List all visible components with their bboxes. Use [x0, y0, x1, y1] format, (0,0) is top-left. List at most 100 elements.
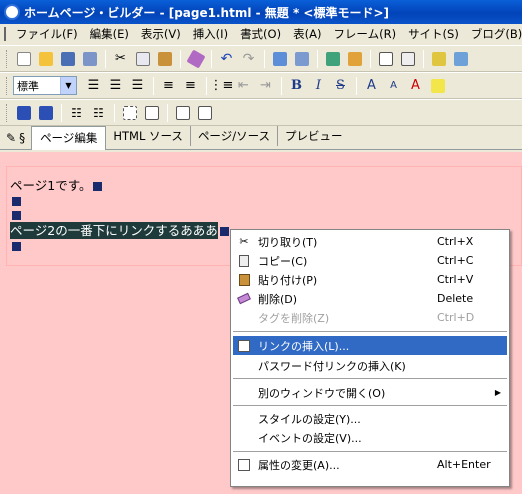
strikethrough-icon[interactable]: S: [330, 76, 351, 96]
menu-item-paste[interactable]: 貼り付け(P) Ctrl+V: [233, 270, 507, 289]
menu-item-open-new-window[interactable]: 別のウィンドウで開く(O) ▶: [233, 383, 507, 402]
textarea-icon[interactable]: [172, 103, 193, 123]
cut-icon[interactable]: ✂: [110, 49, 131, 69]
menu-item-style-settings[interactable]: スタイルの設定(Y)...: [233, 409, 507, 428]
menu-blog[interactable]: ブログ(B): [465, 26, 522, 42]
menu-site[interactable]: サイト(S): [402, 26, 465, 42]
menu-bar: ファイル(F) 編集(E) 表示(V) 挿入(I) 書式(O) 表(A) フレー…: [0, 24, 522, 44]
menu-item-insert-password-link[interactable]: パスワード付リンクの挿入(K): [233, 356, 507, 375]
menu-item-cut[interactable]: ✂ 切り取り(T) Ctrl+X: [233, 232, 507, 251]
picture-icon[interactable]: [450, 49, 471, 69]
align-right-icon[interactable]: ☰: [127, 76, 148, 96]
paste-icon: [236, 272, 252, 288]
reset-icon[interactable]: [35, 103, 56, 123]
indent-icon[interactable]: ⇤: [233, 76, 254, 96]
publish-icon[interactable]: [269, 49, 290, 69]
numbered-list-icon[interactable]: ☷: [88, 103, 109, 123]
valign-top-icon[interactable]: ≡: [158, 76, 179, 96]
redo-icon[interactable]: ↷: [238, 49, 259, 69]
paragraph-mark-icon: [219, 227, 229, 236]
align-left-icon[interactable]: ☰: [83, 76, 104, 96]
align-center-icon[interactable]: ☰: [105, 76, 126, 96]
menu-item-delete[interactable]: 削除(D) Delete: [233, 289, 507, 308]
upload-icon[interactable]: [291, 49, 312, 69]
outdent-icon[interactable]: ⇥: [255, 76, 276, 96]
undo-icon[interactable]: ↶: [216, 49, 237, 69]
empty-line[interactable]: [10, 193, 21, 208]
font-shrink-icon[interactable]: A: [383, 76, 404, 96]
table-icon[interactable]: [375, 49, 396, 69]
menu-table[interactable]: 表(A): [287, 26, 327, 42]
menu-item-insert-link[interactable]: リンクの挿入(L)...: [233, 336, 507, 355]
highlight-icon[interactable]: [427, 76, 448, 96]
style-select-value: 標準: [17, 79, 39, 93]
bold-icon[interactable]: B: [286, 76, 307, 96]
document-icon[interactable]: [4, 27, 6, 41]
paragraph-mark-icon: [12, 211, 21, 220]
clipart-icon[interactable]: [344, 49, 365, 69]
copy-icon: [236, 253, 252, 269]
link-insert-icon: [236, 338, 252, 354]
paragraph-mark-icon: [12, 242, 21, 251]
save-icon[interactable]: [57, 49, 78, 69]
menu-item-remove-tag: タグを削除(Z) Ctrl+D: [258, 311, 475, 325]
submenu-arrow-icon: ▶: [494, 388, 501, 397]
menu-item-change-attributes[interactable]: 属性の変更(A)... Alt+Enter: [233, 455, 507, 474]
eraser-icon[interactable]: [185, 48, 206, 69]
subscript-icon[interactable]: [13, 103, 34, 123]
line-1-text: ページ1です。: [10, 178, 92, 193]
form-box-icon[interactable]: [119, 103, 140, 123]
paste-icon[interactable]: [154, 49, 175, 69]
save-all-icon[interactable]: [79, 49, 100, 69]
tab-html-source[interactable]: HTML ソース: [106, 126, 191, 146]
tab-page-edit[interactable]: ページ編集: [31, 126, 107, 150]
tab-page-source[interactable]: ページ/ソース: [191, 126, 279, 146]
menu-edit[interactable]: 編集(E): [84, 26, 135, 42]
menu-insert[interactable]: 挿入(I): [187, 26, 234, 42]
frame-icon[interactable]: [397, 49, 418, 69]
list-icon[interactable]: ⋮≡: [210, 76, 234, 96]
menu-frame[interactable]: フレーム(R): [327, 26, 402, 42]
chevron-down-icon[interactable]: ▼: [60, 77, 76, 94]
paragraph-style-select[interactable]: 標準 ▼: [13, 76, 77, 95]
menu-format[interactable]: 書式(O): [234, 26, 287, 42]
menu-file[interactable]: ファイル(F): [10, 26, 84, 42]
image-icon[interactable]: [322, 49, 343, 69]
title-bar: ホームページ・ビルダー - [page1.html - 無題 * <標準モード>…: [0, 0, 522, 24]
menu-separator: [233, 378, 507, 379]
eraser-icon: [236, 291, 252, 307]
selected-text: ページ2の一番下にリンクするあああ: [10, 222, 218, 239]
paragraph-mark-icon: [12, 197, 21, 206]
editor-line-1[interactable]: ページ1です。: [10, 175, 103, 194]
context-menu: ✂ 切り取り(T) Ctrl+X コピー(C) Ctrl+C 貼り付け(P) C…: [230, 229, 510, 487]
menu-item-copy[interactable]: コピー(C) Ctrl+C: [233, 251, 507, 270]
bullet-list-icon[interactable]: ☷: [66, 103, 87, 123]
standard-toolbar: ✂ ↶ ↷: [0, 45, 522, 72]
menu-view[interactable]: 表示(V): [135, 26, 187, 42]
tag-toolbar: ☷ ☷: [0, 99, 522, 126]
menu-item-event-settings[interactable]: イベントの設定(V)...: [233, 428, 507, 447]
source-icon: §: [19, 131, 26, 145]
font-grow-icon[interactable]: A: [361, 76, 382, 96]
open-folder-icon[interactable]: [35, 49, 56, 69]
text-field-icon[interactable]: [141, 103, 162, 123]
pencil-icon: ✎: [6, 131, 17, 145]
toolbar-grip[interactable]: [6, 49, 9, 68]
attributes-icon: [236, 457, 252, 473]
valign-bottom-icon[interactable]: ≡: [180, 76, 201, 96]
tab-preview[interactable]: プレビュー: [278, 126, 350, 146]
new-page-icon[interactable]: [13, 49, 34, 69]
pen-icon[interactable]: [428, 49, 449, 69]
paragraph-mark-icon: [93, 182, 103, 191]
menu-separator: [233, 451, 507, 452]
copy-icon[interactable]: [132, 49, 153, 69]
dropdown-field-icon[interactable]: [194, 103, 215, 123]
menu-separator: [233, 331, 507, 332]
view-tab-bar: ✎ § ページ編集 HTML ソース ページ/ソース プレビュー: [0, 126, 522, 150]
font-color-icon[interactable]: A: [405, 76, 426, 96]
app-icon: [4, 4, 20, 20]
empty-line[interactable]: [10, 238, 21, 253]
scissors-icon: ✂: [239, 235, 249, 248]
italic-icon[interactable]: I: [308, 76, 329, 96]
selected-line[interactable]: ページ2の一番下にリンクするあああ: [10, 220, 229, 239]
